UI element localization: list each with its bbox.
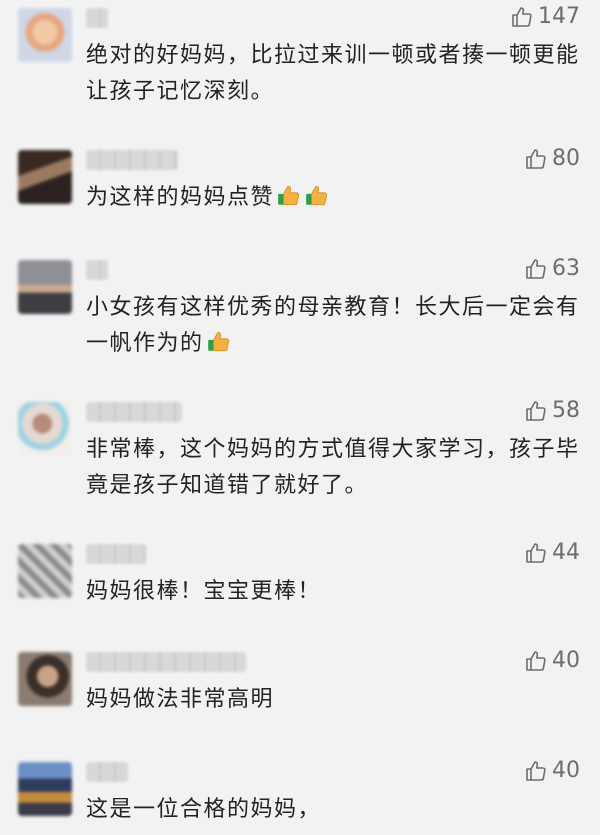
username-blurred bbox=[86, 8, 108, 28]
comment-text: 为这样的妈妈点赞 bbox=[86, 180, 580, 216]
username-blurred bbox=[86, 402, 182, 422]
username-blurred bbox=[86, 762, 128, 782]
avatar[interactable] bbox=[18, 402, 72, 456]
avatar[interactable] bbox=[18, 8, 72, 62]
thumbs-up-icon bbox=[526, 258, 546, 279]
avatar[interactable] bbox=[18, 544, 72, 598]
comment-text-body: 为这样的妈妈点赞 bbox=[86, 185, 275, 210]
avatar[interactable] bbox=[18, 762, 72, 816]
comment-text: 这是一位合格的妈妈， bbox=[86, 797, 322, 822]
like-count: 58 bbox=[552, 398, 580, 423]
avatar[interactable] bbox=[18, 260, 72, 314]
thumbs-up-icon bbox=[526, 650, 546, 671]
like-count: 147 bbox=[538, 4, 580, 29]
thumbs-up-icon bbox=[526, 760, 546, 781]
thumbs-up-icon bbox=[526, 148, 546, 169]
like-button[interactable]: 147 bbox=[510, 4, 580, 29]
thumbs-up-icon bbox=[526, 400, 546, 421]
like-count: 40 bbox=[552, 758, 580, 783]
like-button[interactable]: 44 bbox=[524, 540, 580, 565]
comment-text: 妈妈做法非常高明 bbox=[86, 687, 275, 712]
like-count: 63 bbox=[552, 256, 580, 281]
like-count: 40 bbox=[552, 648, 580, 673]
thumbs-up-icon bbox=[526, 542, 546, 563]
thumbs-up-emoji-icon bbox=[306, 185, 328, 206]
thumbs-up-icon bbox=[512, 6, 532, 27]
avatar[interactable] bbox=[18, 150, 72, 204]
thumbs-up-emoji-icon bbox=[207, 331, 229, 352]
comment-text: 小女孩有这样优秀的母亲教育！长大后一定会有一帆作为的 bbox=[86, 290, 580, 362]
comment-text: 绝对的好妈妈，比拉过来训一顿或者揍一顿更能让孩子记忆深刻。 bbox=[86, 43, 580, 104]
comment-text-body: 小女孩有这样优秀的母亲教育！长大后一定会有一帆作为的 bbox=[86, 295, 580, 356]
username-blurred bbox=[86, 260, 108, 280]
like-button[interactable]: 40 bbox=[524, 758, 580, 783]
thumbs-up-emoji-icon bbox=[278, 185, 300, 206]
username-blurred bbox=[86, 652, 246, 672]
avatar[interactable] bbox=[18, 652, 72, 706]
username-blurred bbox=[86, 150, 178, 170]
like-button[interactable]: 63 bbox=[524, 256, 580, 281]
like-button[interactable]: 58 bbox=[524, 398, 580, 423]
comment-text: 非常棒，这个妈妈的方式值得大家学习，孩子毕竟是孩子知道错了就好了。 bbox=[86, 437, 580, 498]
like-button[interactable]: 40 bbox=[524, 648, 580, 673]
like-count: 44 bbox=[552, 540, 580, 565]
like-count: 80 bbox=[552, 146, 580, 171]
comment-text: 妈妈很棒！宝宝更棒！ bbox=[86, 579, 322, 604]
username-blurred bbox=[86, 544, 146, 564]
like-button[interactable]: 80 bbox=[524, 146, 580, 171]
